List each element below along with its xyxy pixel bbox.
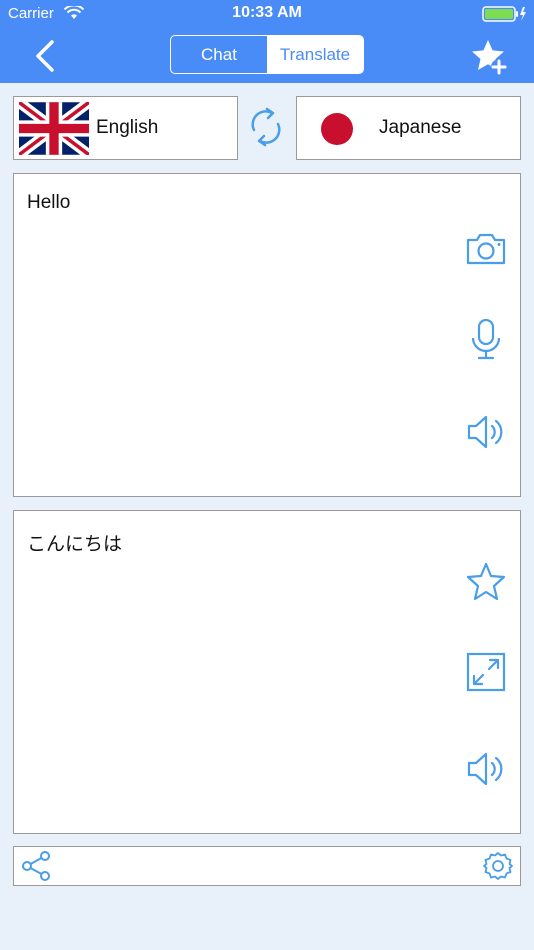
target-language-selector[interactable]: Japanese (296, 96, 521, 160)
microphone-icon[interactable] (464, 317, 508, 361)
target-language-label: Japanese (379, 117, 462, 138)
tab-translate[interactable]: Translate (267, 36, 363, 73)
source-language-label: English (96, 117, 159, 138)
star-plus-icon[interactable] (470, 38, 510, 76)
status-bar: Carrier 10:33 AM (0, 0, 534, 28)
camera-icon[interactable] (464, 226, 508, 270)
source-language-selector[interactable]: English (13, 96, 238, 160)
star-icon[interactable] (464, 560, 508, 604)
source-text-panel[interactable]: Hello (13, 173, 521, 497)
swap-languages-button[interactable] (246, 106, 286, 148)
japan-flag-icon (321, 113, 353, 145)
battery-charging-icon (482, 6, 526, 22)
status-time: 10:33 AM (232, 4, 302, 21)
target-text-panel: こんにちは (13, 510, 521, 834)
translated-text: こんにちは (27, 534, 123, 555)
source-text[interactable]: Hello (27, 192, 70, 214)
back-button[interactable] (26, 36, 66, 76)
expand-icon[interactable] (464, 650, 508, 694)
app-header: Carrier 10:33 AM Chat Translate (0, 0, 534, 83)
uk-flag-icon (19, 102, 89, 155)
share-icon[interactable] (20, 850, 52, 882)
bottom-toolbar (13, 846, 521, 886)
speaker-icon[interactable] (464, 747, 508, 791)
settings-icon[interactable] (482, 850, 514, 882)
mode-segmented-control: Chat Translate (170, 35, 364, 74)
speaker-icon[interactable] (464, 410, 508, 454)
tab-chat[interactable]: Chat (171, 36, 267, 73)
